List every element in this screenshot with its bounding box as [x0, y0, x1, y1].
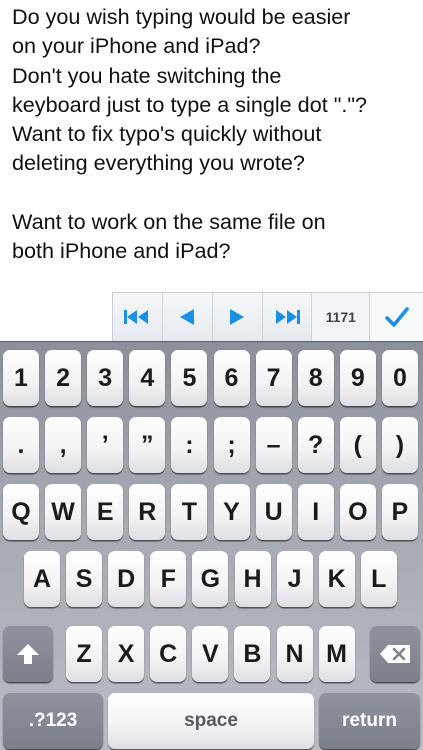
- symbol-key[interactable]: ”: [129, 417, 166, 473]
- return-key[interactable]: return: [319, 693, 420, 749]
- letter-key[interactable]: E: [87, 484, 124, 540]
- skip-back-icon: [124, 310, 149, 324]
- digit-key[interactable]: 7: [255, 350, 292, 406]
- symbol-key[interactable]: :: [171, 417, 208, 473]
- keyboard: 1234567890 .,’”:; –?() QWERTYUIOP ASDFGHJ…: [0, 341, 423, 750]
- symbol-key[interactable]: ;: [213, 417, 250, 473]
- keyboard-row-symbols: .,’”:; –?(): [0, 417, 423, 473]
- letter-key[interactable]: V: [192, 626, 229, 682]
- letter-key[interactable]: B: [234, 626, 271, 682]
- symbol-key[interactable]: ): [381, 417, 418, 473]
- skip-forward-icon: [275, 310, 300, 324]
- symbol-key[interactable]: (: [339, 417, 376, 473]
- letter-key[interactable]: I: [297, 484, 334, 540]
- cursor-right-button[interactable]: [212, 293, 263, 341]
- letter-key[interactable]: S: [66, 551, 103, 607]
- letter-key[interactable]: G: [192, 551, 229, 607]
- letter-key[interactable]: M: [318, 626, 355, 682]
- digit-key[interactable]: 5: [171, 350, 208, 406]
- letter-key[interactable]: X: [108, 626, 145, 682]
- digit-key[interactable]: 9: [339, 350, 376, 406]
- digit-key[interactable]: 6: [213, 350, 250, 406]
- digit-key[interactable]: 8: [297, 350, 334, 406]
- letter-key[interactable]: W: [45, 484, 82, 540]
- symbol-key[interactable]: ,: [45, 417, 82, 473]
- letter-key[interactable]: T: [171, 484, 208, 540]
- jump-to-end-button[interactable]: [262, 293, 313, 341]
- symbol-key[interactable]: .: [3, 417, 39, 473]
- symbol-key[interactable]: –: [255, 417, 292, 473]
- digit-key[interactable]: 1: [3, 350, 39, 406]
- letter-key[interactable]: Y: [213, 484, 250, 540]
- letter-key[interactable]: O: [339, 484, 376, 540]
- numbers-key[interactable]: .?123: [3, 693, 103, 749]
- keyboard-row-asdf: ASDFGHJKL: [0, 551, 423, 607]
- letter-key[interactable]: J: [276, 551, 313, 607]
- letter-key[interactable]: H: [234, 551, 271, 607]
- keyboard-row-bottom: .?123 space return: [0, 693, 423, 749]
- letter-key[interactable]: R: [129, 484, 166, 540]
- digit-key[interactable]: 4: [129, 350, 166, 406]
- done-button[interactable]: [370, 293, 423, 341]
- letter-key[interactable]: A: [24, 551, 60, 607]
- letter-key[interactable]: P: [381, 484, 418, 540]
- symbol-key[interactable]: ’: [87, 417, 124, 473]
- letter-key[interactable]: Z: [66, 626, 102, 682]
- letter-key[interactable]: Q: [3, 484, 39, 540]
- letter-key[interactable]: C: [150, 626, 187, 682]
- checkmark-icon: [384, 307, 409, 327]
- space-key[interactable]: space: [108, 693, 314, 749]
- digit-key[interactable]: 0: [381, 350, 418, 406]
- symbol-key[interactable]: ?: [297, 417, 334, 473]
- letter-key[interactable]: L: [360, 551, 397, 607]
- keyboard-row-zxcv: ZXCVBNM: [0, 626, 423, 682]
- shift-key[interactable]: [3, 626, 53, 682]
- text-editor[interactable]: Do you wish typing would be easier on yo…: [0, 0, 423, 292]
- shift-arrow-icon: [17, 644, 39, 664]
- keyboard-row-qwerty: QWERTYUIOP: [0, 484, 423, 540]
- digit-key[interactable]: 2: [45, 350, 82, 406]
- letter-key[interactable]: U: [255, 484, 292, 540]
- letter-key[interactable]: D: [108, 551, 145, 607]
- letter-key[interactable]: N: [276, 626, 313, 682]
- backspace-icon: [380, 645, 410, 663]
- cursor-toolbar: 1171: [112, 292, 423, 341]
- letter-key[interactable]: F: [150, 551, 187, 607]
- cursor-left-button[interactable]: [162, 293, 213, 341]
- arrow-right-icon: [230, 309, 245, 325]
- letter-key[interactable]: K: [318, 551, 355, 607]
- character-count: 1171: [312, 293, 371, 341]
- jump-to-start-button[interactable]: [113, 293, 163, 341]
- arrow-left-icon: [180, 309, 195, 325]
- keyboard-row-digits: 1234567890: [0, 350, 423, 406]
- digit-key[interactable]: 3: [87, 350, 124, 406]
- delete-key[interactable]: [370, 626, 420, 682]
